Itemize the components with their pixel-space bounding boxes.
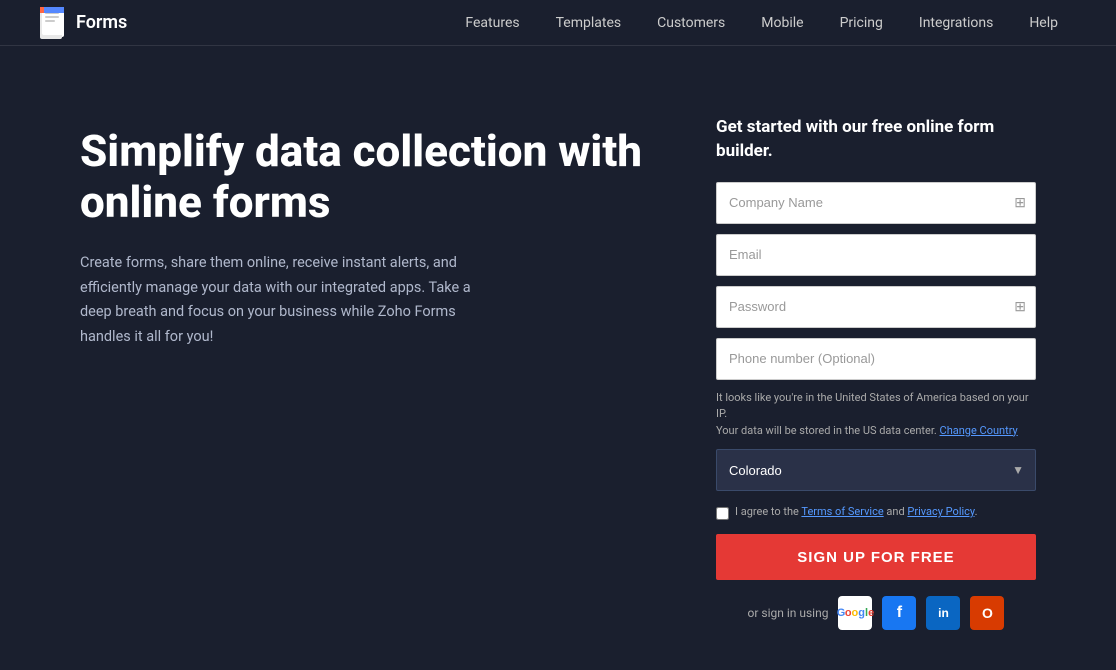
main-content: Simplify data collection with online for… [0,46,1116,670]
hero-description: Create forms, share them online, receive… [80,251,500,350]
email-input[interactable] [716,234,1036,276]
terms-of-service-link[interactable]: Terms of Service [801,505,883,518]
hero-section: Simplify data collection with online for… [80,106,656,630]
facebook-signin-button[interactable]: f [882,596,916,630]
social-signin-text: or sign in using [748,606,829,620]
header: Forms Features Templates Customers Mobil… [0,0,1116,46]
linkedin-icon: in [938,606,949,620]
hero-title: Simplify data collection with online for… [80,126,656,227]
google-icon: G [837,607,845,619]
google-signin-button[interactable]: Google [838,596,872,630]
social-signin-section: or sign in using Google f in O [716,596,1036,630]
password-icon: ⊞ [1014,299,1026,315]
signup-button[interactable]: SIGN UP FOR FREE [716,534,1036,580]
nav-customers[interactable]: Customers [639,0,743,46]
signup-form-panel: Get started with our free online form bu… [716,106,1036,630]
phone-group [716,338,1036,380]
geo-notice-line2: Your data will be stored in the US data … [716,424,937,437]
nav-templates[interactable]: Templates [538,0,640,46]
password-input[interactable] [716,286,1036,328]
logo-icon [40,7,68,39]
facebook-icon: f [897,604,902,622]
state-select-wrapper: Colorado California New York Texas Flori… [716,449,1036,491]
logo-area: Forms [40,7,127,39]
nav-help[interactable]: Help [1011,0,1076,46]
company-name-group: ⊞ [716,182,1036,224]
nav-mobile[interactable]: Mobile [743,0,821,46]
nav-features[interactable]: Features [447,0,537,46]
privacy-policy-link[interactable]: Privacy Policy [907,505,974,518]
geo-notice-line1: It looks like you're in the United State… [716,391,1029,421]
terms-and: and [886,505,904,518]
phone-input[interactable] [716,338,1036,380]
company-icon: ⊞ [1014,195,1026,211]
linkedin-signin-button[interactable]: in [926,596,960,630]
form-heading: Get started with our free online form bu… [716,116,1036,164]
company-name-input[interactable] [716,182,1036,224]
nav-integrations[interactable]: Integrations [901,0,1011,46]
terms-prefix: I agree to the [735,505,799,518]
logo-text: Forms [76,12,127,33]
terms-checkbox[interactable] [716,507,729,520]
office-icon: O [982,605,993,621]
terms-row: I agree to the Terms of Service and Priv… [716,505,1036,520]
nav-pricing[interactable]: Pricing [822,0,901,46]
geo-notice: It looks like you're in the United State… [716,390,1036,440]
main-nav: Features Templates Customers Mobile Pric… [447,0,1076,46]
state-select[interactable]: Colorado California New York Texas Flori… [716,449,1036,491]
password-group: ⊞ [716,286,1036,328]
email-group [716,234,1036,276]
office-signin-button[interactable]: O [970,596,1004,630]
change-country-link[interactable]: Change Country [940,424,1018,437]
